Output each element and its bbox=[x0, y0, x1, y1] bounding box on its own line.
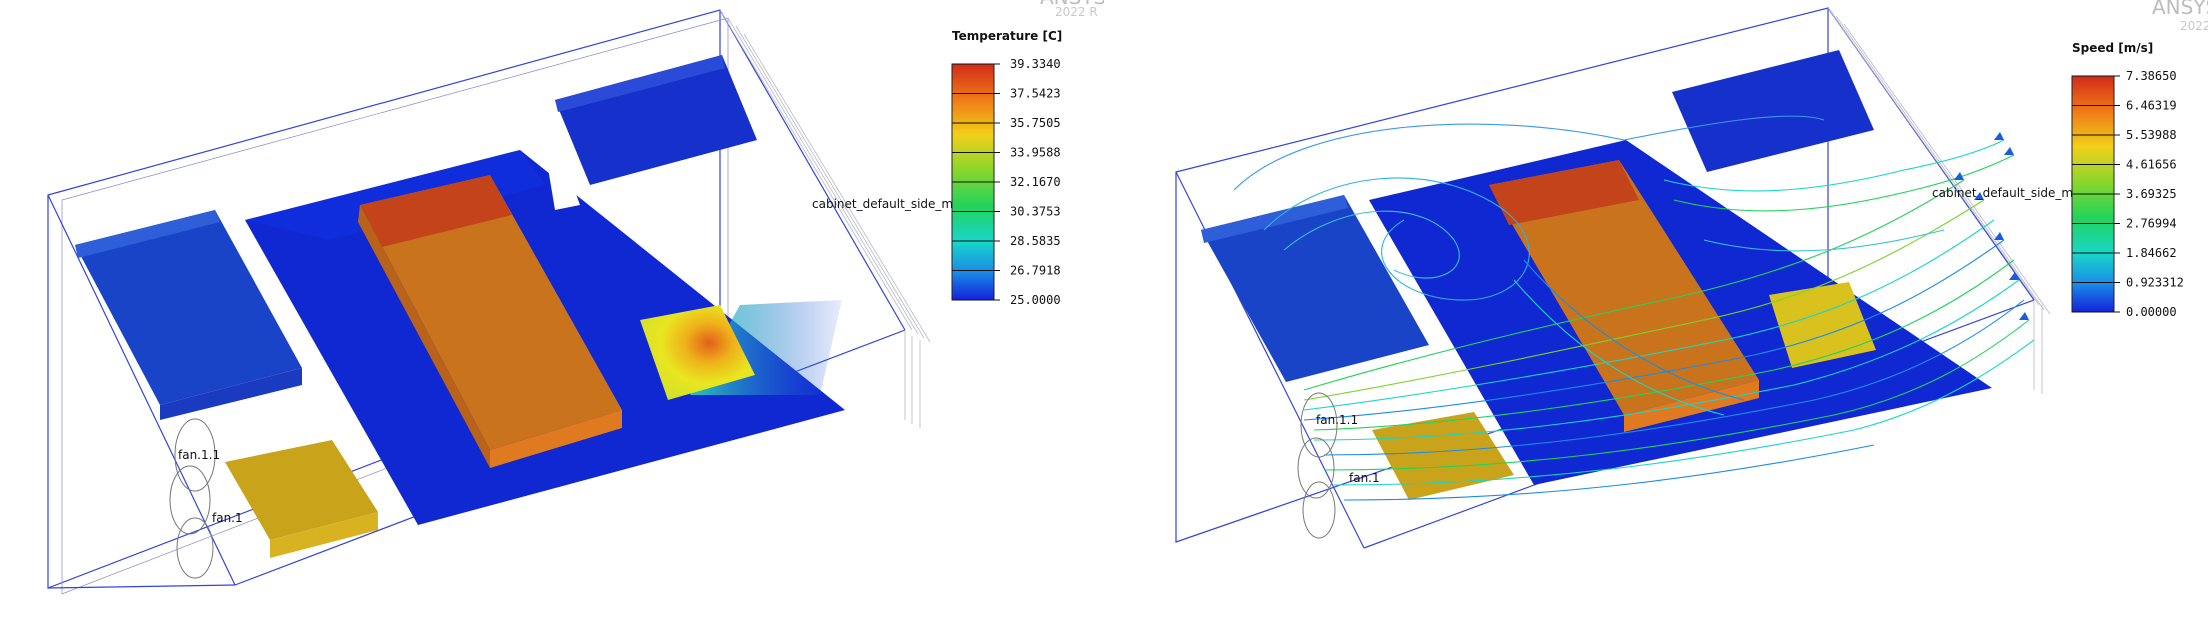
legend-title: Temperature [C] bbox=[952, 29, 1062, 43]
watermark-version: 2022 R bbox=[1055, 5, 1098, 19]
label-cabinet: cabinet_default_side_m bbox=[812, 197, 953, 211]
flow-arrows bbox=[1954, 132, 2029, 320]
legend-tick: 39.3340 bbox=[1010, 57, 1061, 71]
top-block bbox=[555, 55, 757, 185]
legend-tick: 0.00000 bbox=[2126, 305, 2177, 319]
legend-tick: 30.3753 bbox=[1010, 205, 1061, 219]
legend-tick: 28.5835 bbox=[1010, 234, 1061, 248]
legend-tick: 1.84662 bbox=[2126, 246, 2177, 260]
legend-tick: 4.61656 bbox=[2126, 158, 2177, 172]
legend-tick: 37.5423 bbox=[1010, 87, 1061, 101]
watermark-version: 2022 R bbox=[2180, 19, 2208, 33]
legend-tick: 32.1670 bbox=[1010, 175, 1061, 189]
temperature-view[interactable]: fan.1.1 fan.1 cabinet_default_side_m ANS… bbox=[0, 0, 1104, 620]
label-fan1: fan.1 bbox=[212, 511, 243, 525]
legend-tick: 3.69325 bbox=[2126, 187, 2177, 201]
label-cabinet: cabinet_default_side_m bbox=[1932, 186, 2073, 200]
top-block bbox=[1672, 50, 1874, 172]
legend-tick: 6.46319 bbox=[2126, 99, 2177, 113]
speed-legend: Speed [m/s] 7.38650 6.46319 5.53988 4.61… bbox=[2071, 41, 2184, 319]
legend-tick: 35.7505 bbox=[1010, 116, 1061, 130]
speed-scene: fan.1.1 fan.1 cabinet_default_side_m ANS… bbox=[1175, 0, 2208, 549]
label-fan1-1: fan.1.1 bbox=[178, 448, 220, 462]
legend-title: Speed [m/s] bbox=[2072, 41, 2153, 55]
speed-view[interactable]: fan.1.1 fan.1 cabinet_default_side_m ANS… bbox=[1104, 0, 2208, 620]
label-fan1: fan.1 bbox=[1349, 471, 1380, 485]
legend-tick: 0.923312 bbox=[2126, 276, 2184, 290]
watermark-brand: ANSYS bbox=[2152, 0, 2208, 19]
legend-tick: 33.9588 bbox=[1010, 146, 1061, 160]
legend-tick: 5.53988 bbox=[2126, 128, 2177, 142]
legend-tick: 7.38650 bbox=[2126, 69, 2177, 83]
legend-tick: 25.0000 bbox=[1010, 293, 1061, 307]
legend-tick: 26.7918 bbox=[1010, 264, 1061, 278]
temperature-legend: Temperature [C] 39.3340 37.5423 35.7505 … bbox=[951, 29, 1062, 307]
legend-tick: 2.76994 bbox=[2126, 217, 2177, 231]
label-fan1-1: fan.1.1 bbox=[1316, 413, 1358, 427]
fan-icons bbox=[169, 418, 216, 579]
temperature-scene: fan.1.1 fan.1 cabinet_default_side_m ANS… bbox=[47, 0, 1104, 595]
